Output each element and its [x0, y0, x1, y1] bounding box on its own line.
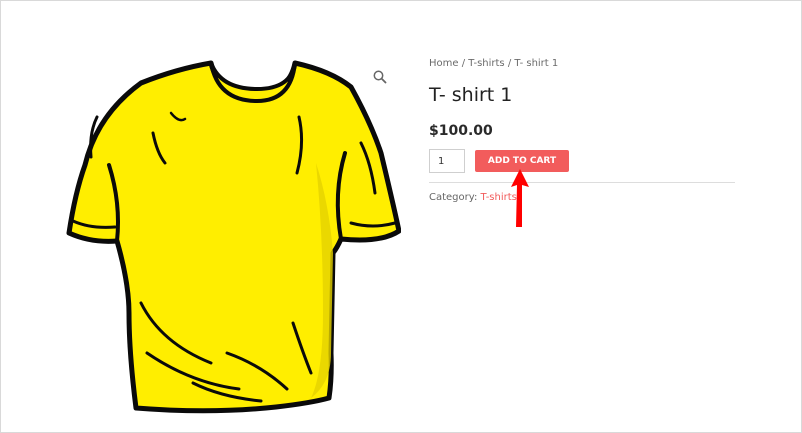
- product-image[interactable]: [61, 53, 401, 423]
- quantity-input[interactable]: [429, 149, 465, 173]
- zoom-magnifier-icon[interactable]: [372, 69, 388, 85]
- breadcrumb-separator: /: [504, 58, 515, 69]
- breadcrumb-separator: /: [458, 58, 469, 69]
- breadcrumb-current: T- shirt 1: [514, 58, 559, 69]
- red-arrow-annotation-icon: [507, 167, 531, 229]
- breadcrumb: Home / T-shirts / T- shirt 1: [429, 57, 735, 71]
- product-title: T- shirt 1: [429, 84, 513, 106]
- product-summary: Home / T-shirts / T- shirt 1 T- shirt 1 …: [429, 57, 735, 205]
- breadcrumb-category-link[interactable]: T-shirts: [468, 58, 504, 69]
- product-meta: Category: T-shirts: [429, 191, 735, 205]
- breadcrumb-home-link[interactable]: Home: [429, 58, 459, 69]
- divider: [429, 182, 735, 183]
- product-price: $100.00: [429, 123, 493, 139]
- add-to-cart-form: ADD TO CART: [429, 149, 735, 173]
- category-label: Category:: [429, 192, 481, 203]
